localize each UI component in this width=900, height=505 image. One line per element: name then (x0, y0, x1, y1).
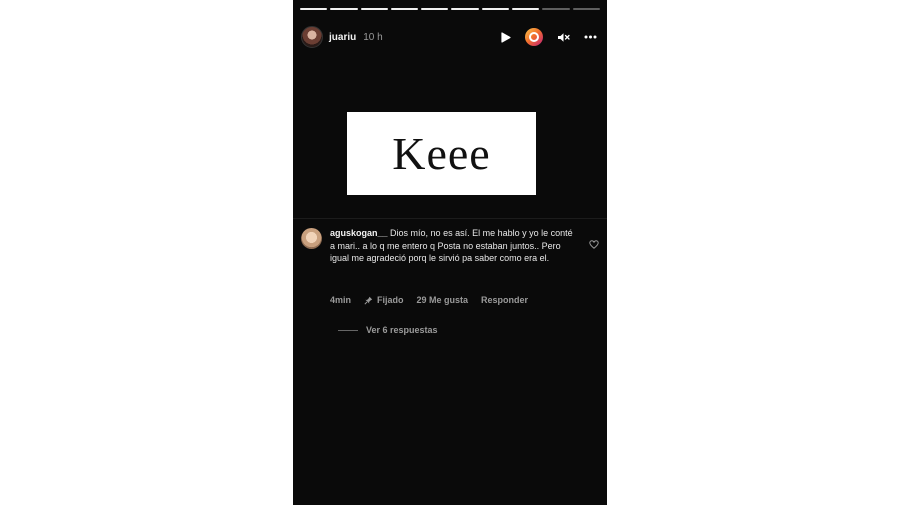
comment-time: 4min (330, 295, 352, 305)
story-progress-bar (300, 8, 600, 10)
more-options-icon[interactable] (584, 35, 597, 39)
story-viewer: juariu 10 h Keee aguskogan__ Dios mío, n… (293, 0, 607, 505)
profile-avatar[interactable] (301, 26, 323, 48)
comment-meta: 4min Fijado 29 Me gusta Responder (330, 295, 541, 305)
progress-segment (542, 8, 570, 10)
view-replies-label[interactable]: Ver 6 respuestas (366, 325, 438, 335)
replies-line (338, 329, 358, 331)
story-header: juariu 10 h (301, 26, 597, 48)
pinned-indicator: Fijado (364, 295, 404, 305)
progress-segment (451, 8, 479, 10)
story-image: Keee (347, 112, 536, 195)
pin-icon (364, 296, 373, 305)
view-replies-button[interactable]: Ver 6 respuestas (338, 325, 438, 335)
divider (293, 218, 607, 219)
story-timestamp: 10 h (363, 31, 383, 43)
mute-icon[interactable] (557, 32, 570, 43)
commenter-username[interactable]: aguskogan__ (330, 228, 388, 238)
likes-count[interactable]: 29 Me gusta (417, 295, 469, 305)
progress-segment (572, 8, 600, 10)
heart-icon[interactable] (589, 236, 599, 254)
story-username[interactable]: juariu (329, 32, 356, 43)
story-image-text: Keee (392, 128, 491, 179)
commenter-avatar[interactable] (301, 228, 322, 249)
comment-body: aguskogan__ Dios mío, no es así. El me h… (330, 227, 580, 265)
play-icon[interactable] (501, 31, 511, 43)
progress-segment (360, 8, 388, 10)
progress-segment (300, 8, 328, 10)
mention-sticker-icon[interactable] (525, 28, 543, 46)
progress-segment (390, 8, 419, 10)
header-actions (501, 28, 597, 46)
progress-segment (512, 8, 540, 10)
progress-segment (330, 8, 358, 10)
pinned-label: Fijado (377, 295, 404, 305)
progress-segment (481, 8, 510, 10)
progress-segment (421, 8, 449, 10)
reply-button[interactable]: Responder (481, 295, 528, 305)
